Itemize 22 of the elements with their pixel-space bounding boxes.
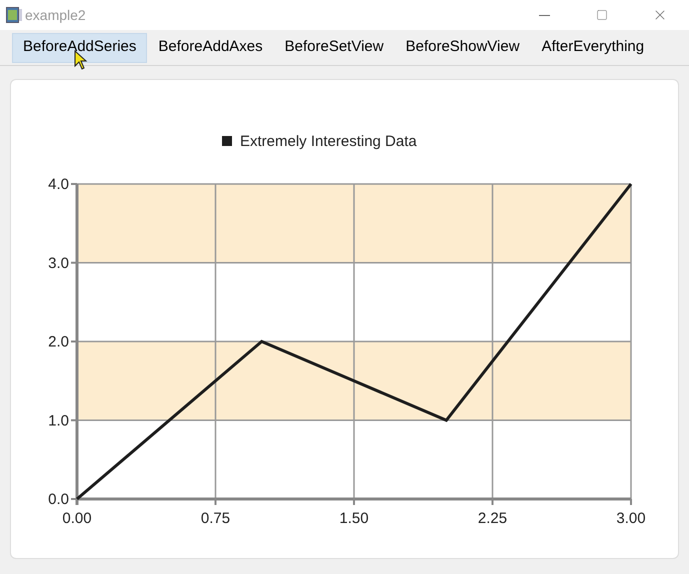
legend-marker <box>222 136 232 146</box>
y-tick-label: 2.0 <box>48 334 69 350</box>
x-tick-label: 0.75 <box>200 510 230 527</box>
toolbar-button[interactable]: BeforeShowView <box>394 32 531 62</box>
x-tick-label: 1.50 <box>339 510 369 527</box>
minimize-icon <box>538 14 550 16</box>
maximize-icon <box>596 9 608 21</box>
y-tick-label: 1.0 <box>48 412 69 430</box>
window-title: example2 <box>25 6 86 25</box>
x-tick-label: 3.00 <box>616 510 646 527</box>
toolbar-button[interactable]: BeforeAddAxes <box>147 32 274 62</box>
toolbar-button[interactable]: BeforeSetView <box>274 32 395 62</box>
y-tick-label: 3.0 <box>48 254 69 272</box>
x-tick-label: 2.25 <box>478 510 508 527</box>
toolbar-button[interactable]: AfterEverything <box>530 32 656 62</box>
y-tick-label: 0.0 <box>48 491 69 508</box>
mouse-pointer-icon <box>74 50 88 70</box>
x-tick-label: 0.00 <box>62 510 92 527</box>
legend-label: Extremely Interesting Data <box>240 133 417 150</box>
toolbar-button[interactable]: BeforeAddSeries <box>12 32 148 62</box>
app-icon <box>6 7 22 23</box>
y-tick-label: 4.0 <box>48 176 69 193</box>
